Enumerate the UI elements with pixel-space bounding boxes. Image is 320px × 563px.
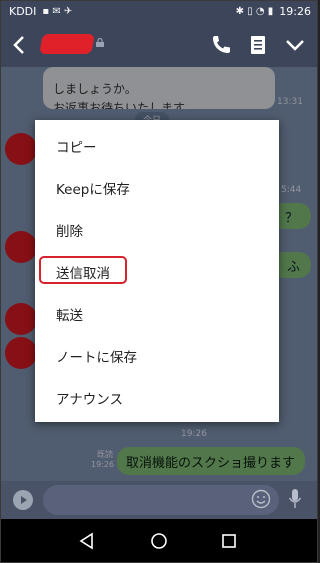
input-bar bbox=[1, 481, 317, 519]
menu-item-keep[interactable]: Keepに保存 bbox=[35, 166, 279, 208]
contact-name-redacted bbox=[39, 34, 95, 54]
menu-item-forward[interactable]: 転送 bbox=[35, 292, 279, 334]
menu-item-copy[interactable]: コピー bbox=[35, 124, 279, 166]
menu-item-label: 転送 bbox=[56, 308, 83, 324]
system-nav-bar bbox=[1, 519, 317, 562]
home-circle-icon[interactable] bbox=[149, 531, 169, 551]
phone-screen: KDDI ▪ ✉ ✈ ✱ ▯ ◔ ▮ 19:26 しましょうか。 お返事お待ちい… bbox=[0, 0, 318, 563]
phone-icon[interactable] bbox=[209, 33, 233, 57]
clock: 19:26 bbox=[279, 5, 311, 18]
menu-item-label: ノートに保存 bbox=[56, 350, 137, 366]
menu-item-label: コピー bbox=[56, 140, 97, 156]
menu-item-label: アナウンス bbox=[56, 392, 123, 408]
chevron-left-icon[interactable] bbox=[9, 32, 31, 58]
back-triangle-icon[interactable] bbox=[77, 531, 97, 551]
emoji-icon[interactable] bbox=[251, 489, 271, 509]
menu-item-save-note[interactable]: ノートに保存 bbox=[35, 334, 279, 376]
message-input[interactable] bbox=[43, 485, 279, 515]
menu-item-announce[interactable]: アナウンス bbox=[35, 376, 279, 418]
menu-item-delete[interactable]: 削除 bbox=[35, 208, 279, 250]
system-icons: ✱ ▯ ◔ ▮ bbox=[235, 6, 274, 17]
chat-header bbox=[1, 23, 317, 67]
highlight-box bbox=[39, 256, 127, 284]
expand-icon[interactable] bbox=[13, 490, 33, 510]
status-bar: KDDI ▪ ✉ ✈ ✱ ▯ ◔ ▮ 19:26 bbox=[1, 1, 317, 23]
chevron-down-icon[interactable] bbox=[283, 33, 307, 57]
notification-icons: ▪ ✉ ✈ bbox=[42, 6, 73, 17]
note-icon[interactable] bbox=[246, 33, 270, 57]
context-menu: コピー Keepに保存 削除 送信取消 転送 ノートに保存 アナウンス bbox=[35, 120, 279, 422]
carrier-label: KDDI bbox=[9, 5, 37, 18]
menu-item-label: 削除 bbox=[56, 224, 83, 240]
microphone-icon[interactable] bbox=[287, 487, 303, 511]
menu-item-label: Keepに保存 bbox=[56, 182, 130, 198]
lock-icon bbox=[96, 38, 104, 47]
recents-square-icon[interactable] bbox=[219, 531, 239, 551]
